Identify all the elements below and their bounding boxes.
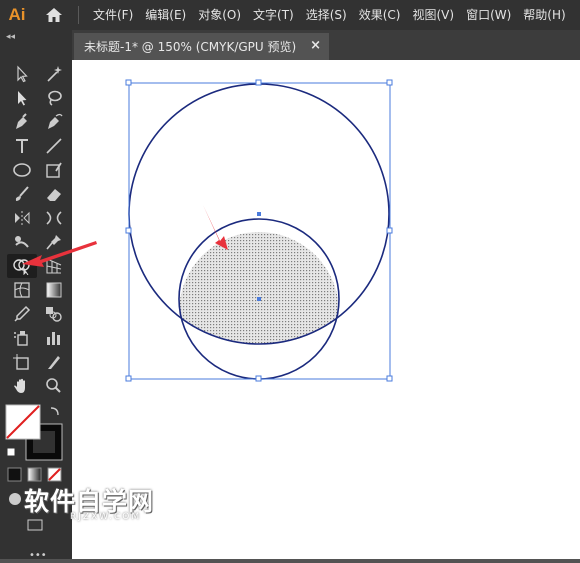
ellipse-icon bbox=[13, 163, 31, 177]
menu-select[interactable]: 选择(S) bbox=[300, 0, 353, 30]
color-button[interactable] bbox=[7, 467, 22, 482]
artboard-tool[interactable] bbox=[7, 350, 37, 374]
eraser-icon bbox=[47, 189, 61, 201]
type-icon bbox=[16, 139, 28, 153]
collapse-panel-button[interactable]: ◂◂ bbox=[6, 32, 15, 42]
pen-icon bbox=[16, 113, 27, 129]
magic-wand-icon bbox=[47, 66, 62, 82]
rotate-tool[interactable] bbox=[7, 206, 37, 230]
gradient-button[interactable] bbox=[27, 467, 42, 482]
fill-swatch[interactable] bbox=[5, 404, 41, 440]
tool-grid bbox=[7, 62, 69, 398]
selection-arrow-icon bbox=[17, 65, 28, 83]
close-tab-button[interactable]: × bbox=[310, 38, 321, 53]
hand-icon bbox=[14, 378, 25, 393]
menu-separator bbox=[78, 6, 79, 24]
swap-fill-stroke-icon[interactable] bbox=[50, 407, 59, 416]
width-tool-icon bbox=[46, 211, 62, 225]
menu-window[interactable]: 窗口(W) bbox=[460, 0, 517, 30]
tools-panel: ◂◂ ••• bbox=[0, 30, 73, 560]
magic-wand-tool[interactable] bbox=[39, 62, 69, 86]
menu-bar: Ai 文件(F) 编辑(E) 对象(O) 文字(T) 选择(S) 效果(C) 视… bbox=[0, 0, 580, 30]
artboard-icon bbox=[13, 354, 29, 370]
lasso-icon bbox=[48, 90, 62, 106]
line-tool[interactable] bbox=[39, 134, 69, 158]
slice-knife-icon bbox=[48, 356, 60, 369]
direct-selection-tool[interactable] bbox=[7, 86, 37, 110]
mesh-icon bbox=[14, 282, 30, 298]
zoom-magnifier-icon bbox=[46, 378, 61, 393]
paintbrush-tool[interactable] bbox=[7, 182, 37, 206]
shaper-tool[interactable] bbox=[39, 158, 69, 182]
reflect-icon bbox=[15, 211, 30, 225]
symbol-sprayer-tool[interactable] bbox=[7, 326, 37, 350]
hand-tool[interactable] bbox=[7, 374, 37, 398]
menu-type[interactable]: 文字(T) bbox=[247, 0, 300, 30]
type-tool[interactable] bbox=[7, 134, 37, 158]
column-graph-icon bbox=[47, 332, 60, 345]
curvature-tool[interactable] bbox=[39, 110, 69, 134]
selection-tool[interactable] bbox=[7, 62, 37, 86]
direct-selection-icon bbox=[18, 91, 27, 106]
fill-stroke-swatches bbox=[5, 404, 63, 461]
curvature-pen-icon bbox=[48, 113, 63, 129]
eyedropper-icon bbox=[14, 305, 31, 322]
default-colors-icon[interactable] bbox=[6, 447, 16, 457]
document-tab[interactable]: 未标题-1* @ 150% (CMYK/GPU 预览) × bbox=[74, 33, 329, 60]
pen-tool[interactable] bbox=[7, 110, 37, 134]
slice-tool[interactable] bbox=[39, 350, 69, 374]
eyedropper-tool[interactable] bbox=[7, 302, 37, 326]
ellipse-tool[interactable] bbox=[7, 158, 37, 182]
gradient-icon bbox=[46, 282, 62, 298]
menu-effect[interactable]: 效果(C) bbox=[353, 0, 407, 30]
menu-view[interactable]: 视图(V) bbox=[406, 0, 460, 30]
shaper-icon bbox=[46, 162, 62, 178]
menu-object[interactable]: 对象(O) bbox=[192, 0, 247, 30]
app-logo: Ai bbox=[8, 5, 26, 24]
tool-annotation-arrow bbox=[22, 241, 97, 267]
watermark-subtitle: RJZXW.COM bbox=[70, 512, 142, 522]
home-icon[interactable] bbox=[40, 0, 68, 30]
document-tab-bar: 未标题-1* @ 150% (CMYK/GPU 预览) × bbox=[72, 30, 580, 60]
screen-mode-icon[interactable] bbox=[27, 519, 43, 531]
scale-tool[interactable] bbox=[39, 206, 69, 230]
paintbrush-icon bbox=[15, 186, 29, 201]
none-button[interactable] bbox=[47, 467, 62, 482]
menu-edit[interactable]: 编辑(E) bbox=[139, 0, 192, 30]
zoom-tool[interactable] bbox=[39, 374, 69, 398]
blend-tool[interactable] bbox=[39, 302, 69, 326]
menu-help[interactable]: 帮助(H) bbox=[517, 0, 571, 30]
gradient-tool[interactable] bbox=[39, 278, 69, 302]
draw-mode-icon[interactable] bbox=[9, 493, 21, 505]
mesh-tool[interactable] bbox=[7, 278, 37, 302]
blend-icon bbox=[46, 307, 62, 322]
column-graph-tool[interactable] bbox=[39, 326, 69, 350]
document-tab-title: 未标题-1* @ 150% (CMYK/GPU 预览) bbox=[84, 40, 297, 54]
lasso-tool[interactable] bbox=[39, 86, 69, 110]
menu-file[interactable]: 文件(F) bbox=[87, 0, 139, 30]
eraser-tool[interactable] bbox=[39, 182, 69, 206]
symbol-sprayer-icon bbox=[14, 331, 28, 346]
line-segment-icon bbox=[46, 138, 62, 154]
